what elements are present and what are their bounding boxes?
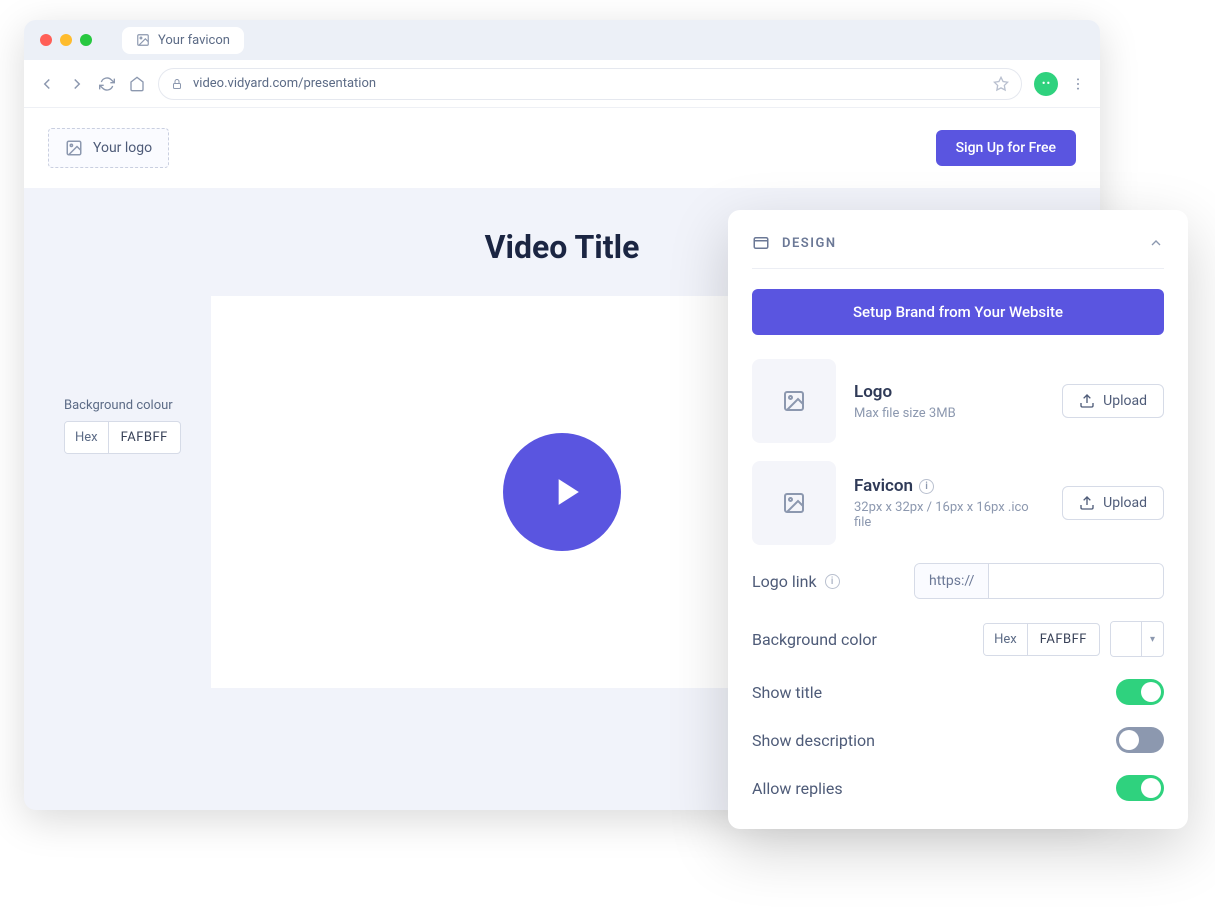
url-text: video.vidyard.com/presentation [193, 76, 376, 91]
color-swatch-picker[interactable]: ▾ [1110, 621, 1164, 657]
show-title-row: Show title [752, 679, 1164, 705]
logo-placeholder[interactable]: Your logo [48, 128, 169, 168]
logo-link-input[interactable] [989, 564, 1164, 598]
back-button[interactable] [38, 75, 56, 93]
hex-prefix-label: Hex [984, 624, 1028, 655]
chevron-up-icon[interactable] [1148, 235, 1164, 251]
play-icon [544, 470, 588, 514]
signup-button[interactable]: Sign Up for Free [936, 130, 1076, 166]
bg-color-row: Background color Hex FAFBFF ▾ [752, 621, 1164, 657]
tab-title: Your favicon [158, 33, 230, 48]
logo-link-row: Logo link i https:// [752, 563, 1164, 599]
favicon-sub: 32px x 32px / 16px x 16px .ico file [854, 500, 1044, 530]
image-icon [782, 491, 806, 515]
show-description-toggle[interactable] [1116, 727, 1164, 753]
upload-icon [1079, 393, 1095, 409]
browser-menu-icon[interactable] [1070, 76, 1086, 92]
hex-value: FAFBFF [1028, 624, 1099, 655]
logo-link-prefix: https:// [915, 564, 989, 598]
info-icon[interactable]: i [919, 479, 934, 494]
logo-title: Logo [854, 382, 892, 402]
page-header: Your logo Sign Up for Free [24, 108, 1100, 188]
chevron-down-icon[interactable]: ▾ [1141, 622, 1163, 656]
logo-upload-row: Logo Max file size 3MB Upload [752, 359, 1164, 443]
allow-replies-toggle[interactable] [1116, 775, 1164, 801]
browser-tab-strip: Your favicon [24, 20, 1100, 60]
logo-sub: Max file size 3MB [854, 406, 1044, 421]
setup-brand-button[interactable]: Setup Brand from Your Website [752, 289, 1164, 335]
reload-button[interactable] [98, 75, 116, 93]
close-icon[interactable] [40, 34, 52, 46]
favicon-title: Favicon [854, 476, 913, 496]
image-icon [65, 139, 83, 157]
show-title-toggle[interactable] [1116, 679, 1164, 705]
bookmark-icon[interactable] [993, 76, 1009, 92]
logo-upload-button[interactable]: Upload [1062, 384, 1164, 418]
bg-color-label: Background color [752, 630, 877, 649]
profile-avatar[interactable] [1034, 72, 1058, 96]
logo-placeholder-label: Your logo [93, 140, 152, 156]
forward-button[interactable] [68, 75, 86, 93]
minimize-icon[interactable] [60, 34, 72, 46]
color-swatch [1111, 622, 1141, 656]
info-icon[interactable]: i [825, 574, 840, 589]
favicon-thumb [752, 461, 836, 545]
bg-colour-label: Background colour [64, 398, 181, 413]
hex-input-group[interactable]: Hex FAFBFF [64, 421, 181, 454]
browser-toolbar: video.vidyard.com/presentation [24, 60, 1100, 108]
play-button[interactable] [503, 433, 621, 551]
lock-icon [171, 78, 183, 90]
hex-input-group[interactable]: Hex FAFBFF [983, 623, 1100, 656]
favicon-upload-button[interactable]: Upload [1062, 486, 1164, 520]
show-title-label: Show title [752, 683, 822, 702]
logo-link-input-group: https:// [914, 563, 1164, 599]
upload-label: Upload [1103, 495, 1147, 511]
panel-title: DESIGN [782, 236, 837, 251]
hex-prefix-label: Hex [65, 422, 109, 453]
bg-colour-tool: Background colour Hex FAFBFF [64, 398, 181, 454]
allow-replies-label: Allow replies [752, 779, 843, 798]
design-panel-header[interactable]: DESIGN [752, 234, 1164, 269]
maximize-icon[interactable] [80, 34, 92, 46]
logo-thumb [752, 359, 836, 443]
upload-label: Upload [1103, 393, 1147, 409]
video-title: Video Title [485, 228, 640, 266]
window-icon [752, 234, 770, 252]
image-icon [782, 389, 806, 413]
logo-link-label: Logo link [752, 572, 817, 591]
url-bar[interactable]: video.vidyard.com/presentation [158, 68, 1022, 100]
favicon-icon [136, 33, 150, 47]
show-description-label: Show description [752, 731, 875, 750]
browser-tab[interactable]: Your favicon [122, 27, 244, 54]
allow-replies-row: Allow replies [752, 775, 1164, 801]
home-button[interactable] [128, 75, 146, 93]
show-description-row: Show description [752, 727, 1164, 753]
design-panel: DESIGN Setup Brand from Your Website Log… [728, 210, 1188, 829]
hex-value: FAFBFF [109, 422, 180, 453]
traffic-lights [40, 34, 92, 46]
favicon-upload-row: Favicon i 32px x 32px / 16px x 16px .ico… [752, 461, 1164, 545]
upload-icon [1079, 495, 1095, 511]
